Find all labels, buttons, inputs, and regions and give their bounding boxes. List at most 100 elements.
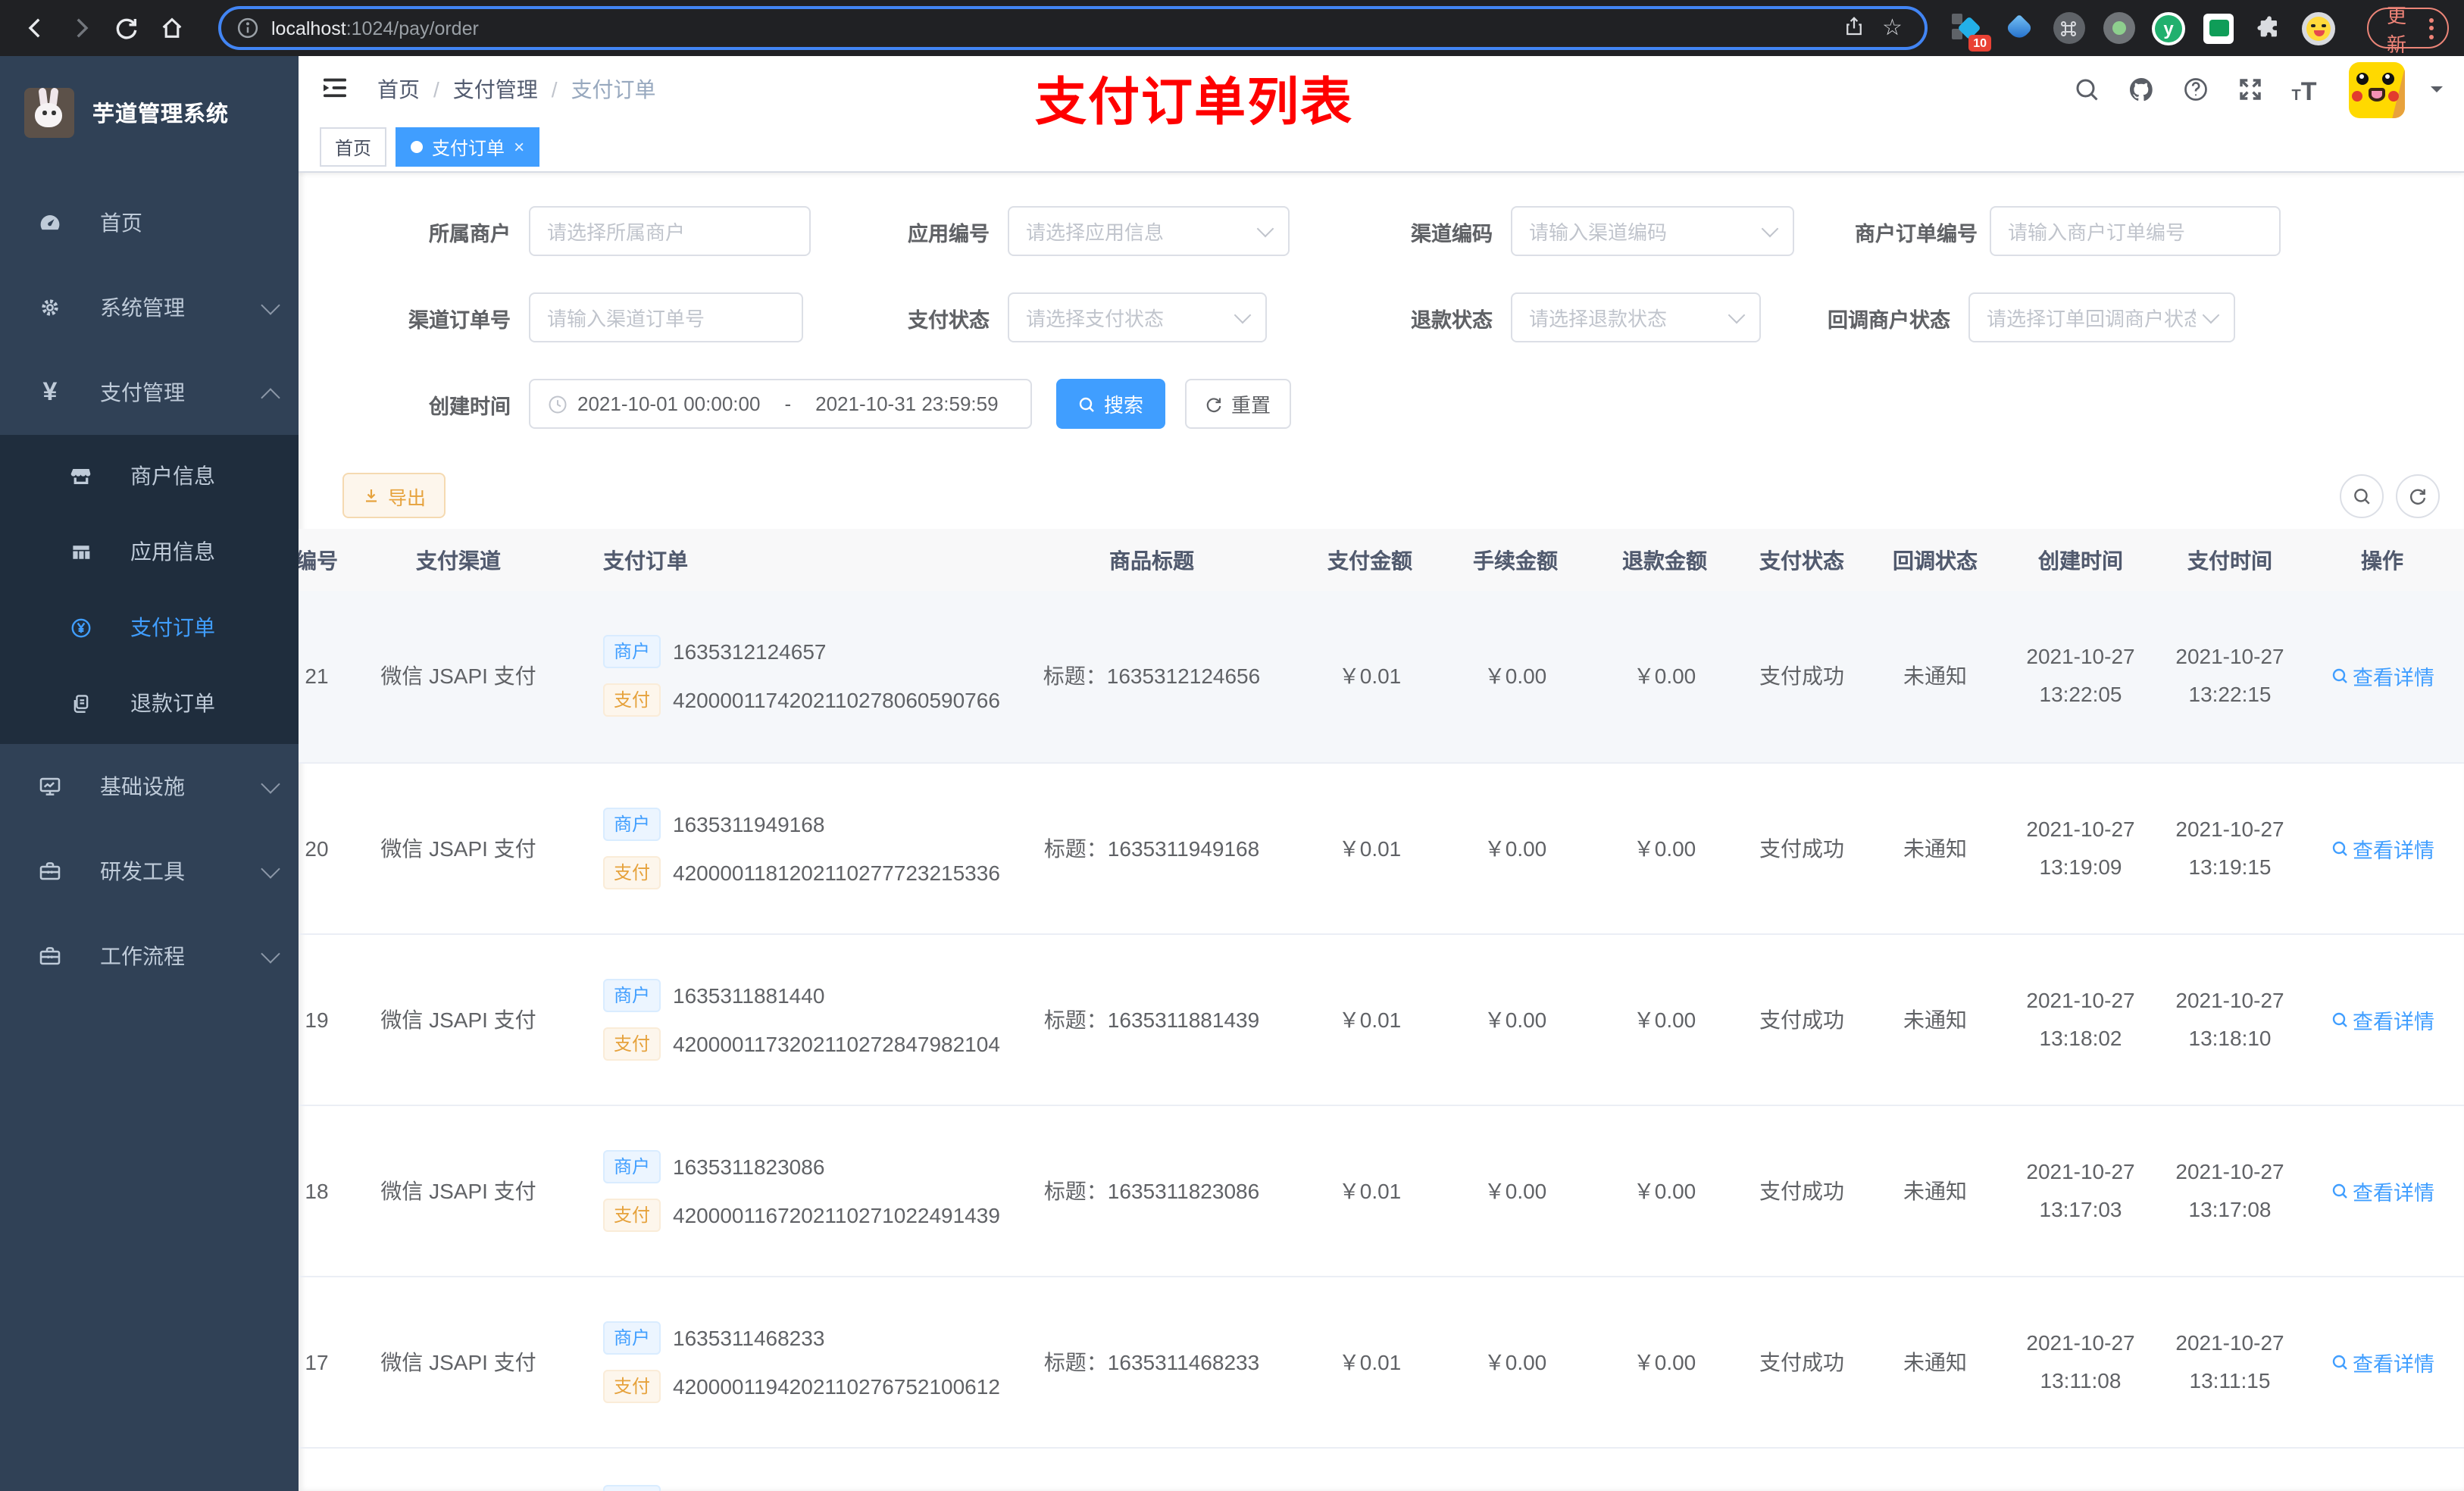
browser-forward-icon[interactable] [61,8,100,48]
font-size-icon[interactable]: TT [2290,75,2319,104]
browser-profile-avatar[interactable] [2302,11,2335,45]
sidebar-item-refund-order[interactable]: 退款订单 [0,665,299,741]
fullscreen-icon[interactable] [2235,75,2264,104]
chevron-down-icon [261,774,280,793]
cell-fee [1437,1447,1594,1491]
breadcrumb-home[interactable]: 首页 [377,74,420,105]
sidebar-item-pay-order[interactable]: 支付订单 [0,589,299,665]
extension-command-icon[interactable] [2052,11,2085,45]
cell-action: 查看详情 [2300,1276,2464,1448]
grid-icon [68,539,92,564]
filter-label: 渠道编码 [1411,222,1493,245]
extensions-puzzle-icon[interactable] [2252,11,2285,45]
browser-update-button[interactable]: 更新 [2367,4,2449,55]
filter-input[interactable]: 请输入渠道订单号 [529,292,803,342]
toggle-search-button[interactable] [2340,474,2384,517]
cell-pay-time: 2021-10-27 13:11:15 [2159,1276,2300,1448]
refresh-button[interactable] [2396,474,2440,517]
filter-select[interactable]: 请选择订单回调商户状态 [1968,292,2235,342]
date-end-value: 2021-10-31 23:59:59 [815,392,999,415]
user-avatar[interactable] [2349,61,2405,117]
placeholder-text: 请选择应用信息 [1026,221,1165,244]
filter-create-time-label: 创建时间 [429,395,511,417]
sidebar: 芋道管理系统 首页 系统管理 ¥ 支付管理 商户信息 应用信息 支付订单 退款订… [0,56,299,1491]
pay-order-no: 4200001167202110271022491439 [673,1202,1000,1227]
view-detail-link[interactable]: 查看详情 [2330,1175,2434,1205]
export-button[interactable]: 导出 [342,473,446,518]
reset-button[interactable]: 重置 [1185,379,1291,429]
column-header: 支付时间 [2159,529,2300,591]
navbar-actions: TT [2072,61,2443,117]
bookmark-star-icon[interactable]: ☆ [1882,14,1909,42]
sidebar-item-home[interactable]: 首页 [0,180,299,265]
browser-home-icon[interactable] [152,8,191,48]
view-detail-link[interactable]: 查看详情 [2330,1004,2434,1034]
chevron-down-icon [1234,305,1252,324]
sidebar-menu: 首页 系统管理 ¥ 支付管理 商户信息 应用信息 支付订单 退款订单 基础设施 … [0,168,299,999]
merchant-tag: 商户 [603,1484,661,1491]
filter-select[interactable]: 请选择应用信息 [1008,206,1290,256]
avatar-dropdown-icon[interactable] [2431,86,2443,98]
column-header: 退款金额 [1594,529,1735,591]
cell-refund: ￥0.00 [1594,933,1735,1105]
filter-select[interactable]: 请选择退款状态 [1511,292,1761,342]
pay-order-no: 4200001174202110278060590766 [673,688,1000,713]
chevron-down-icon [1728,305,1746,324]
sidebar-item-infra[interactable]: 基础设施 [0,744,299,829]
placeholder-text: 请输入渠道订单号 [547,308,705,330]
view-detail-link[interactable]: 查看详情 [2330,661,2434,692]
cell-status: 支付成功 [1735,933,1868,1105]
close-tab-icon[interactable]: × [514,136,524,158]
extension-chat-icon[interactable] [2202,11,2235,45]
create-time-range-input[interactable]: 2021-10-01 00:00:00 - 2021-10-31 23:59:5… [529,379,1032,429]
cell-channel: 微信 JSAPI 支付 [356,1276,561,1448]
github-icon[interactable] [2126,75,2155,104]
pay-tag: 支付 [603,855,661,889]
sidebar-item-system[interactable]: 系统管理 [0,265,299,350]
site-info-icon[interactable] [236,17,259,39]
sidebar-item-workflow[interactable]: 工作流程 [0,914,299,999]
collapse-sidebar-icon[interactable] [320,73,353,106]
cell-amount: ￥0.01 [1303,1105,1437,1277]
sidebar-item-payment[interactable]: ¥ 支付管理 [0,350,299,435]
search-button[interactable]: 搜索 [1056,379,1165,429]
search-icon[interactable] [2072,75,2100,104]
browser-back-icon[interactable] [15,8,55,48]
breadcrumb-payment[interactable]: 支付管理 [453,74,538,105]
filter-input[interactable]: 请输入商户订单编号 [1990,206,2281,256]
address-bar[interactable]: localhost:1024/pay/order ☆ [218,6,1928,50]
sidebar-item-app-info[interactable]: 应用信息 [0,514,299,589]
browser-menu-icon[interactable] [2429,17,2434,39]
merchant-tag: 商户 [603,978,661,1011]
view-detail-link[interactable]: 查看详情 [2330,833,2434,863]
cell-pay-time: 2021-10-27 13:19:15 [2159,762,2300,934]
share-icon[interactable] [1843,14,1870,42]
extension-tasks-icon[interactable]: 10 [1952,11,1991,51]
extension-recorder-icon[interactable] [2102,11,2135,45]
view-detail-link[interactable]: 查看详情 [2330,1346,2434,1377]
cell-create-time: 2021-10-27 13:22:05 [2002,591,2159,763]
app-logo: 芋道管理系统 [0,56,299,168]
placeholder-text: 请输入商户订单编号 [2008,221,2186,244]
column-header: 商品标题 [1000,529,1303,591]
cell-pay-order: 商户 1635311949168 支付 42000011812021102777232… [561,762,1000,934]
filter-select[interactable]: 请输入渠道编码 [1511,206,1794,256]
help-icon[interactable] [2181,75,2209,104]
cell-action: 查看详情 [2300,1105,2464,1277]
table-row: 17 微信 JSAPI 支付 商户 1635311468233 支付 4200001194… [299,1276,2464,1448]
merchant-order-no: 1635311468233 [673,1325,825,1349]
filter-select[interactable]: 请选择支付状态 [1008,292,1267,342]
column-header: 回调状态 [1868,529,2002,591]
filter-input[interactable]: 请选择所属商户 [529,206,811,256]
extensions-bar: 10 y 更新 [1952,4,2449,55]
sidebar-item-dev-tools[interactable]: 研发工具 [0,829,299,914]
tab-home[interactable]: 首页 [320,127,387,167]
tab-pay-order[interactable]: 支付订单 × [396,127,540,167]
cell-action [2300,1447,2464,1491]
sidebar-item-merchant-info[interactable]: 商户信息 [0,438,299,514]
cell-channel: 微信 JSAPI 支付 [356,762,561,934]
browser-reload-icon[interactable] [106,8,145,48]
cell-status [1735,1447,1868,1491]
extension-y-icon[interactable]: y [2152,11,2185,45]
extension-kite-icon[interactable] [2002,11,2035,45]
